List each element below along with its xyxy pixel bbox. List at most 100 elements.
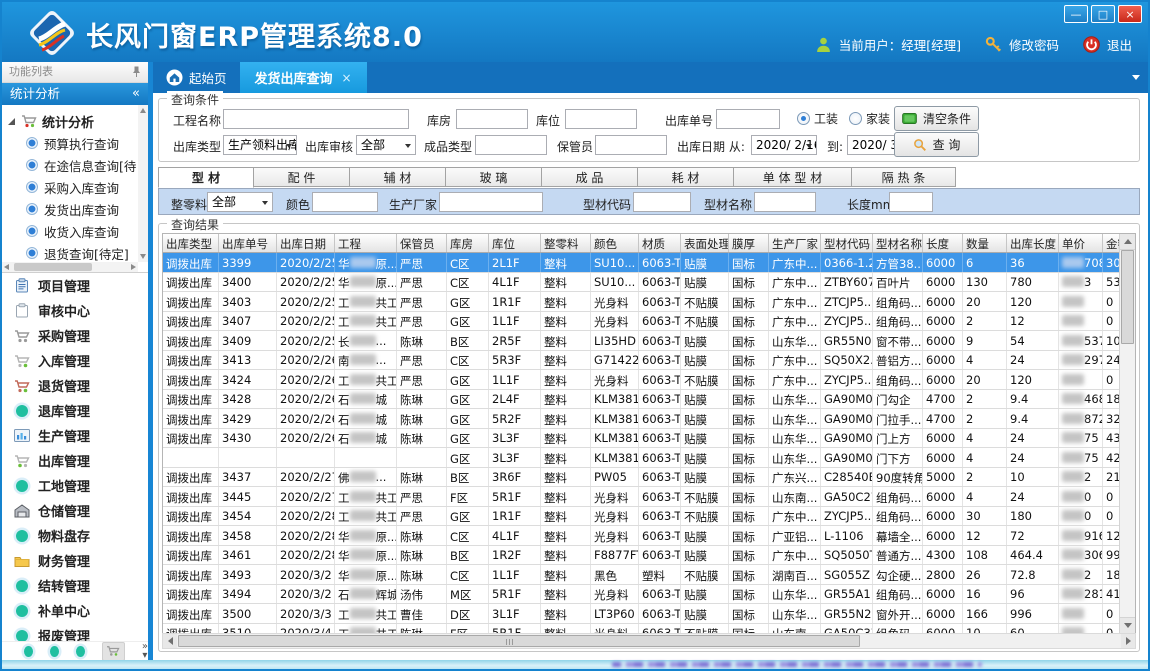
column-header[interactable]: 型材名称 — [873, 234, 923, 252]
profile-name-input[interactable] — [754, 192, 816, 212]
material-tab[interactable]: 辅 材 — [350, 167, 446, 187]
column-header[interactable]: 表面处理 — [681, 234, 729, 252]
table-row[interactable]: 调拨出库34302020/2/26石城陈琳G区3L3F整料KLM38176063… — [163, 429, 1135, 449]
dot-icon[interactable] — [24, 646, 33, 657]
change-password-link[interactable]: 修改密码 — [1009, 35, 1059, 54]
tree-expander-icon[interactable] — [8, 118, 15, 125]
table-row[interactable]: 调拨出库34582020/2/28华原...陈琳C区4L1F整料光身料6063-… — [163, 526, 1135, 546]
sidebar-section-结转管理[interactable]: 结转管理 — [2, 573, 148, 598]
table-row[interactable]: 调拨出库34942020/3/2石辉城汤伟M区5R1F整料光身料6063-T5贴… — [163, 585, 1135, 605]
table-row[interactable]: 调拨出库34242020/2/26工共工程严思G区1L1F整料光身料6063-T… — [163, 370, 1135, 390]
material-tab[interactable]: 隔 热 条 — [852, 167, 956, 187]
table-row[interactable]: G区3L3F整料KLM38176063-T5贴膜国标山东华...GA90M09.… — [163, 448, 1135, 468]
search-button[interactable]: 查 询 — [894, 132, 979, 157]
horizontal-scrollbar[interactable] — [162, 633, 1136, 649]
sidebar-section-财务管理[interactable]: 财务管理 — [2, 548, 148, 573]
sidebar-section-退库管理[interactable]: 退库管理 — [2, 398, 148, 423]
scroll-right-icon[interactable] — [1121, 634, 1135, 648]
material-tab[interactable]: 单 体 型 材 — [734, 167, 852, 187]
column-header[interactable]: 出库单号 — [219, 234, 277, 252]
tab-close-icon[interactable]: × — [342, 71, 352, 85]
table-row[interactable]: 调拨出库34452020/2/27工共工程严思F区5R1F整料光身料6063-T… — [163, 487, 1135, 507]
radio-work-icon[interactable] — [797, 112, 810, 125]
table-row[interactable]: 调拨出库34092020/2/25长...陈琳B区2R5F整料LI35HD606… — [163, 331, 1135, 351]
horizontal-scroll-thumb[interactable] — [178, 635, 860, 647]
table-row[interactable]: 调拨出库34292020/2/26石城陈琳G区5R2F整料KLM38176063… — [163, 409, 1135, 429]
table-row[interactable]: 调拨出库34132020/2/26南...严思C区5R3F整料G71422606… — [163, 351, 1135, 371]
close-button[interactable]: × — [1118, 5, 1142, 23]
column-header[interactable]: 生产厂家 — [769, 234, 821, 252]
sidebar-section-入库管理[interactable]: 入库管理 — [2, 348, 148, 373]
column-header[interactable]: 长度 — [923, 234, 963, 252]
tabbar-chevron-down-icon[interactable] — [1132, 75, 1140, 80]
order-no-input[interactable] — [716, 109, 780, 129]
tree-horizontal-scrollbar[interactable] — [2, 262, 138, 272]
sidebar-section-补单中心[interactable]: 补单中心 — [2, 598, 148, 623]
table-row[interactable]: 调拨出库34932020/3/2华原...陈琳C区1L1F整料黑色塑料不贴膜国标… — [163, 565, 1135, 585]
column-header[interactable]: 单价 — [1059, 234, 1103, 252]
sidebar-section-采购管理[interactable]: 采购管理 — [2, 323, 148, 348]
tab-home[interactable]: 起始页 — [153, 62, 240, 93]
column-header[interactable]: 库位 — [489, 234, 541, 252]
table-row[interactable]: 调拨出库34032020/2/25工共工程严思G区1R1F整料光身料6063-T… — [163, 292, 1135, 312]
table-row[interactable]: 调拨出库34542020/2/28工共工程严思G区1R1F整料光身料6063-T… — [163, 507, 1135, 527]
audit-select[interactable]: 全部 — [356, 135, 416, 155]
material-tab[interactable]: 耗 材 — [638, 167, 734, 187]
tree-vertical-scrollbar[interactable] — [138, 105, 148, 262]
cart-quick-button[interactable] — [102, 642, 125, 661]
dot-icon[interactable] — [50, 646, 59, 657]
column-header[interactable]: 工程 — [335, 234, 397, 252]
table-row[interactable]: 调拨出库34282020/2/26石城陈琳G区2L4F整料KLM38176063… — [163, 390, 1135, 410]
radio-home-wrap[interactable]: 家装 — [849, 110, 890, 127]
collapse-icon[interactable]: « — [132, 83, 140, 105]
column-header[interactable]: 出库长度 — [1007, 234, 1059, 252]
minimize-button[interactable]: — — [1064, 5, 1088, 23]
profile-code-input[interactable] — [633, 192, 691, 212]
sidebar-section-生产管理[interactable]: 生产管理 — [2, 423, 148, 448]
maximize-button[interactable]: □ — [1091, 5, 1115, 23]
sidebar-section-工地管理[interactable]: 工地管理 — [2, 473, 148, 498]
table-row[interactable]: 调拨出库34002020/2/25华原...严思C区4L1F整料SU10...6… — [163, 273, 1135, 293]
warehouse-input[interactable] — [456, 109, 528, 129]
radio-work-wrap[interactable]: 工装 — [797, 110, 838, 127]
tree-item[interactable]: 收货入库查询 — [8, 220, 138, 242]
column-header[interactable]: 出库日期 — [277, 234, 335, 252]
scroll-left-icon[interactable] — [163, 634, 177, 648]
material-tab[interactable]: 配 件 — [254, 167, 350, 187]
keeper-input[interactable] — [595, 135, 667, 155]
sidebar-section-仓储管理[interactable]: 仓储管理 — [2, 498, 148, 523]
vertical-scrollbar[interactable] — [1119, 234, 1135, 633]
column-header[interactable]: 数量 — [963, 234, 1007, 252]
column-header[interactable]: 库房 — [447, 234, 489, 252]
tree-root[interactable]: 统计分析 — [8, 110, 138, 132]
material-tab[interactable]: 型 材 — [158, 167, 254, 188]
column-header[interactable]: 整零料 — [541, 234, 591, 252]
table-row[interactable]: 调拨出库33992020/2/25华原...严思C区2L1F整料SU10...6… — [163, 253, 1135, 273]
tree-item[interactable]: 预算执行查询 — [8, 132, 138, 154]
outbound-type-select[interactable]: 生产领料出库 — [223, 135, 297, 155]
whole-piece-select[interactable]: 全部 — [207, 192, 273, 212]
sidebar-section-header[interactable]: 统计分析 « — [2, 83, 148, 105]
material-tab[interactable]: 成 品 — [542, 167, 638, 187]
table-row[interactable]: 调拨出库34372020/2/27佛...陈琳B区3R6F整料PW056063-… — [163, 468, 1135, 488]
sidebar-section-报废管理[interactable]: 报废管理 — [2, 623, 148, 642]
location-input[interactable] — [565, 109, 637, 129]
table-row[interactable]: 调拨出库34612020/2/28华原...陈琳B区1R2F整料F8877FT6… — [163, 546, 1135, 566]
color-input[interactable] — [312, 192, 378, 212]
sidebar-section-退货管理[interactable]: 退货管理 — [2, 373, 148, 398]
sidebar-section-项目管理[interactable]: 项目管理 — [2, 273, 148, 298]
column-header[interactable]: 膜厚 — [729, 234, 769, 252]
tab-shipment-outbound-query[interactable]: 发货出库查询 × — [240, 62, 367, 93]
tree-item[interactable]: 采购入库查询 — [8, 176, 138, 198]
pin-icon[interactable] — [132, 66, 141, 78]
tree-item[interactable]: 在途信息查询[待 — [8, 154, 138, 176]
sidebar-section-物料盘存[interactable]: 物料盘存 — [2, 523, 148, 548]
date-from-select[interactable]: 2020/ 2/16 — [751, 135, 817, 155]
material-tab[interactable]: 玻 璃 — [446, 167, 542, 187]
table-row[interactable]: 调拨出库34072020/2/25工共工程严思G区1L1F整料光身料6063-T… — [163, 312, 1135, 332]
logout-link[interactable]: 退出 — [1107, 35, 1132, 54]
clear-conditions-button[interactable]: 清空条件 — [894, 106, 979, 131]
factory-input[interactable] — [439, 192, 543, 212]
product-type-input[interactable] — [475, 135, 547, 155]
tree-item[interactable]: 发货出库查询 — [8, 198, 138, 220]
